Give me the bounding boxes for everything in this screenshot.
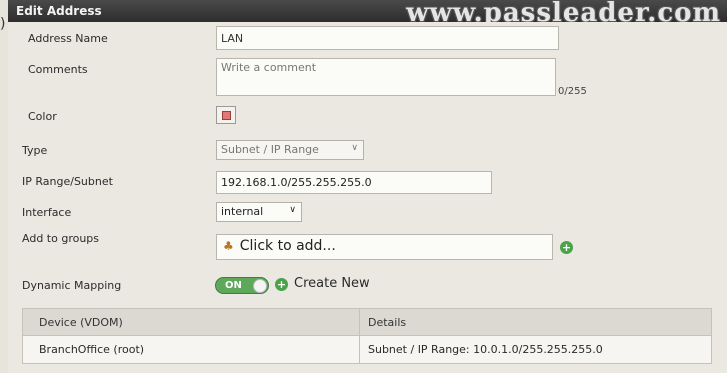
add-group-plus-icon[interactable]: + <box>560 241 573 254</box>
comment-counter: 0/255 <box>558 86 587 97</box>
color-label: Color <box>28 110 57 123</box>
chevron-down-icon: ∨ <box>351 143 358 153</box>
column-header-details[interactable]: Details <box>359 308 712 336</box>
color-picker-button[interactable] <box>216 106 236 124</box>
dialog-titlebar: Edit Address www.passleader.com <box>8 0 727 28</box>
type-select-value: Subnet / IP Range <box>221 143 319 156</box>
dynamic-mapping-toggle[interactable]: ON <box>215 277 269 294</box>
table-row[interactable]: BranchOffice (root) Subnet / IP Range: 1… <box>22 335 712 364</box>
chevron-down-icon: ∨ <box>289 205 296 215</box>
column-header-device[interactable]: Device (VDOM) <box>22 308 360 336</box>
dialog-title: Edit Address <box>16 4 102 18</box>
dynamic-mapping-label: Dynamic Mapping <box>22 279 122 292</box>
interface-select-value: internal <box>221 205 264 218</box>
add-to-groups-label: Add to groups <box>22 232 100 245</box>
type-select[interactable]: Subnet / IP Range ∨ <box>216 140 364 160</box>
type-label: Type <box>22 144 48 157</box>
toggle-knob <box>253 279 267 293</box>
add-to-groups-placeholder: Click to add... <box>239 238 336 254</box>
group-icon: ♣ <box>223 239 234 253</box>
add-to-groups-input[interactable]: ♣ Click to add... <box>216 234 553 260</box>
create-new-button[interactable]: + Create New <box>275 276 370 291</box>
comments-label: Comments <box>28 63 88 76</box>
details-cell: Subnet / IP Range: 10.0.1.0/255.255.255.… <box>359 335 712 364</box>
color-swatch-icon <box>222 111 231 120</box>
edge-glyph: ) <box>0 16 6 32</box>
address-name-label: Address Name <box>28 32 108 45</box>
comments-textarea[interactable]: Write a comment <box>216 58 556 96</box>
address-name-input[interactable]: LAN <box>216 26 559 50</box>
toggle-state: ON <box>225 280 242 291</box>
device-cell: BranchOffice (root) <box>22 335 360 364</box>
dynamic-mapping-table: Device (VDOM) Details BranchOffice (root… <box>22 308 712 364</box>
ip-range-label: IP Range/Subnet <box>22 175 113 188</box>
interface-select[interactable]: internal ∨ <box>216 202 302 222</box>
table-header-row: Device (VDOM) Details <box>22 308 712 336</box>
create-new-label: Create New <box>294 276 370 291</box>
edit-address-form: Address Name LAN Comments Write a commen… <box>8 22 727 373</box>
ip-range-input[interactable]: 192.168.1.0/255.255.255.0 <box>216 171 492 194</box>
interface-label: Interface <box>22 206 72 219</box>
plus-icon: + <box>275 278 288 291</box>
